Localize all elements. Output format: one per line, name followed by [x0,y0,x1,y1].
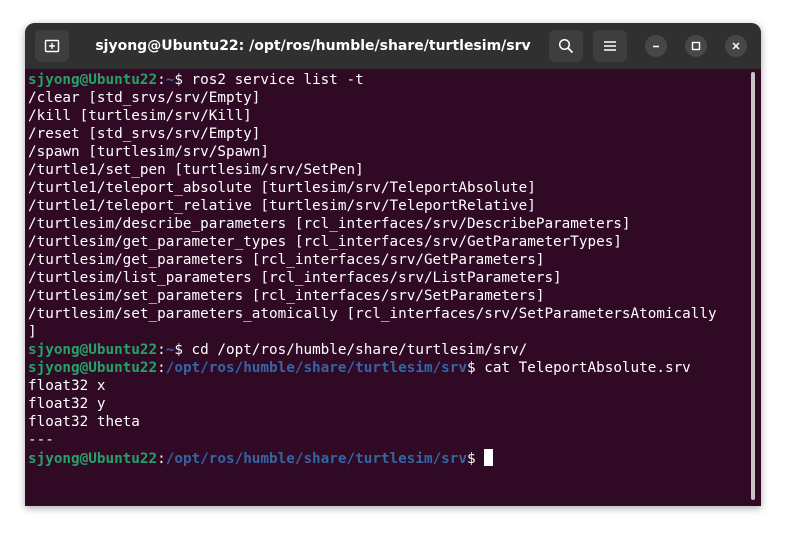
command-text: $ cat TeleportAbsolute.srv [467,360,691,376]
output-line: float32 x [28,378,106,394]
output-line: /clear [std_srvs/srv/Empty] [28,90,261,106]
output-line: ] [28,324,37,340]
prompt-user: sjyong@Ubuntu22 [28,72,158,88]
command-line: sjyong@Ubuntu22:~$ ros2 service list -t [28,71,364,89]
text-cursor [484,449,494,466]
output-line: /turtlesim/get_parameters [rcl_interface… [28,252,545,268]
output-line: /turtlesim/set_parameters_atomically [rc… [28,306,717,322]
output-line: /turtlesim/describe_parameters [rcl_inte… [28,216,631,232]
output-line: /turtlesim/set_parameters [rcl_interface… [28,288,545,304]
command-text: $ [467,451,485,467]
output-line: float32 y [28,396,106,412]
prompt-user: sjyong@Ubuntu22 [28,342,158,358]
new-tab-icon [44,39,60,53]
close-icon [732,42,740,50]
command-line: sjyong@Ubuntu22:/opt/ros/humble/share/tu… [28,359,691,377]
output-line: /turtlesim/list_parameters [rcl_interfac… [28,270,562,286]
minimize-icon [653,45,659,48]
maximize-button[interactable] [685,35,707,57]
prompt-colon: : [157,72,166,88]
output-line: /turtle1/teleport_absolute [turtlesim/sr… [28,180,536,196]
window-title: sjyong@Ubuntu22: /opt/ros/humble/share/t… [95,38,531,54]
maximize-icon [691,41,701,51]
search-icon [558,38,574,54]
output-line: float32 theta [28,414,140,430]
close-button[interactable] [725,35,747,57]
terminal-window: sjyong@Ubuntu22: /opt/ros/humble/share/t… [25,23,761,506]
output-line: /turtlesim/get_parameter_types [rcl_inte… [28,234,622,250]
terminal-area[interactable]: sjyong@Ubuntu22:~$ ros2 service list -t … [25,69,761,506]
output-line: /spawn [turtlesim/srv/Spawn] [28,144,270,160]
title-bar: sjyong@Ubuntu22: /opt/ros/humble/share/t… [25,23,761,69]
minimize-button[interactable] [645,35,667,57]
output-line: /turtle1/set_pen [turtlesim/srv/SetPen] [28,162,364,178]
output-line: /turtle1/teleport_relative [turtlesim/sr… [28,198,536,214]
prompt-user: sjyong@Ubuntu22 [28,360,158,376]
prompt-path: /opt/ros/humble/share/turtlesim/srv [165,451,467,467]
command-line[interactable]: sjyong@Ubuntu22:/opt/ros/humble/share/tu… [28,449,494,467]
output-line: /kill [turtlesim/srv/Kill] [28,108,252,124]
prompt-user: sjyong@Ubuntu22 [28,451,158,467]
output-line: --- [28,432,54,448]
prompt-colon: : [157,360,166,376]
output-line: /reset [std_srvs/srv/Empty] [28,126,261,142]
command-text: $ ros2 service list -t [174,72,364,88]
prompt-colon: : [157,342,166,358]
command-line: sjyong@Ubuntu22:~$ cd /opt/ros/humble/sh… [28,341,527,359]
hamburger-menu-icon [604,41,616,51]
command-text: $ cd /opt/ros/humble/share/turtlesim/srv… [174,342,528,358]
scrollbar[interactable] [751,72,755,500]
prompt-path: /opt/ros/humble/share/turtlesim/srv [165,360,467,376]
menu-button[interactable] [593,30,627,62]
prompt-colon: : [157,451,166,467]
search-button[interactable] [549,30,583,62]
new-tab-button[interactable] [35,30,69,62]
